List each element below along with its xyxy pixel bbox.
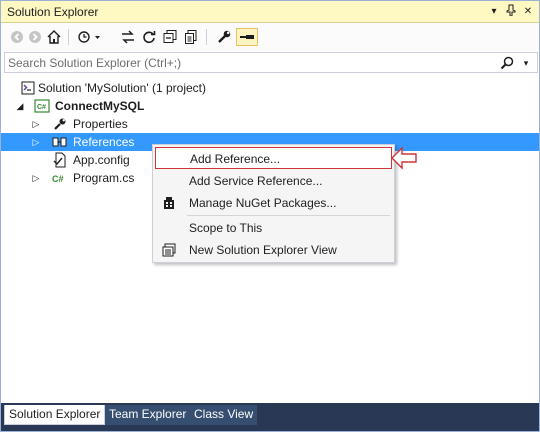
back-button[interactable]: [8, 28, 26, 46]
title-bar: Solution Explorer ▾ ✕: [1, 1, 539, 23]
tree-item-label: References: [73, 135, 135, 149]
properties-button[interactable]: [215, 28, 233, 46]
toolbar-separator: [206, 29, 207, 45]
expand-arrow[interactable]: ▷: [31, 172, 41, 184]
properties-icon: [218, 30, 231, 43]
wrench-icon: [52, 116, 68, 132]
svg-text:C#: C#: [52, 174, 64, 184]
show-all-files-icon: [185, 30, 197, 44]
menu-item-label: Add Service Reference...: [189, 174, 323, 188]
config-file-icon: [52, 152, 68, 168]
search-input[interactable]: [8, 54, 498, 71]
sync-with-active-document-icon: [122, 30, 134, 44]
bottom-tab-strip: Solution Explorer Team Explorer Class Vi…: [1, 403, 539, 431]
csharp-project-icon: C#: [34, 98, 50, 114]
pin-button[interactable]: [504, 4, 518, 19]
new-view-icon: [161, 242, 177, 258]
menu-item-add-reference[interactable]: Add Reference...: [155, 147, 392, 169]
collapse-arrow[interactable]: ◢: [15, 100, 25, 112]
tab-solution-explorer[interactable]: Solution Explorer: [4, 405, 106, 425]
refresh-button[interactable]: [140, 28, 158, 46]
menu-item-scope-to-this[interactable]: Scope to This: [155, 217, 392, 239]
search-options-dropdown[interactable]: ▾: [519, 55, 533, 71]
show-all-files-button[interactable]: [182, 28, 200, 46]
tree-item-solution[interactable]: Solution 'MySolution' (1 project): [1, 79, 539, 97]
tree-item-label: App.config: [73, 153, 130, 167]
forward-icon: [29, 31, 41, 43]
svg-text:C#: C#: [37, 104, 46, 111]
tree-item-label: Program.cs: [73, 171, 135, 185]
expand-arrow[interactable]: ▷: [31, 118, 41, 130]
expand-arrow[interactable]: ▷: [31, 136, 41, 148]
search-icon: [500, 56, 514, 70]
tree-item-project[interactable]: ◢ C# ConnectMySQL: [1, 97, 539, 115]
menu-item-label: New Solution Explorer View: [189, 243, 337, 257]
solution-explorer-window: Solution Explorer ▾ ✕ Search Solution Ex…: [0, 0, 540, 432]
preview-selected-items-button[interactable]: [236, 28, 258, 46]
toolbar-separator: [68, 29, 69, 45]
sync-button[interactable]: [119, 28, 137, 46]
window-dropdown-button[interactable]: ▾: [487, 4, 501, 19]
references-icon: [52, 134, 68, 150]
tree-item-label: Properties: [73, 117, 128, 131]
tree-item-label: Solution 'MySolution' (1 project): [38, 81, 206, 95]
collapse-all-icon: [163, 30, 177, 43]
solution-icon: [20, 80, 36, 96]
csharp-file-icon: C#: [52, 170, 68, 186]
close-button[interactable]: ✕: [521, 4, 535, 19]
home-button[interactable]: [45, 28, 63, 46]
pin-icon: [506, 4, 516, 17]
forward-button[interactable]: [26, 28, 44, 46]
menu-item-add-service-reference[interactable]: Add Service Reference...: [155, 170, 392, 192]
home-icon: [47, 30, 61, 44]
search-box: ▾: [4, 52, 538, 73]
menu-item-manage-nuget-packages[interactable]: Manage NuGet Packages...: [155, 192, 392, 214]
search-button[interactable]: [499, 55, 515, 71]
tree-item-label: ConnectMySQL: [55, 99, 145, 113]
window-title: Solution Explorer: [7, 5, 99, 19]
context-menu: Add Reference... Add Service Reference..…: [152, 144, 395, 263]
tree-item-properties[interactable]: ▷ Properties: [1, 115, 539, 133]
preview-selected-items-icon: [240, 35, 254, 39]
back-icon: [11, 31, 23, 43]
tab-team-explorer[interactable]: Team Explorer: [105, 405, 191, 425]
refresh-icon: [143, 31, 156, 44]
menu-item-label: Scope to This: [189, 221, 263, 235]
menu-separator: [187, 215, 390, 216]
pending-changes-filter-icon: [78, 31, 100, 43]
menu-item-label: Manage NuGet Packages...: [189, 196, 337, 210]
pending-changes-filter-button[interactable]: [75, 28, 103, 46]
collapse-all-button[interactable]: [161, 28, 179, 46]
tab-class-view[interactable]: Class View: [190, 405, 258, 425]
pointer-arrow-icon: [391, 146, 417, 170]
menu-item-new-solution-explorer-view[interactable]: New Solution Explorer View: [155, 239, 392, 261]
nuget-package-icon: [161, 195, 177, 211]
menu-item-label: Add Reference...: [190, 152, 281, 166]
toolbar: [1, 23, 539, 51]
